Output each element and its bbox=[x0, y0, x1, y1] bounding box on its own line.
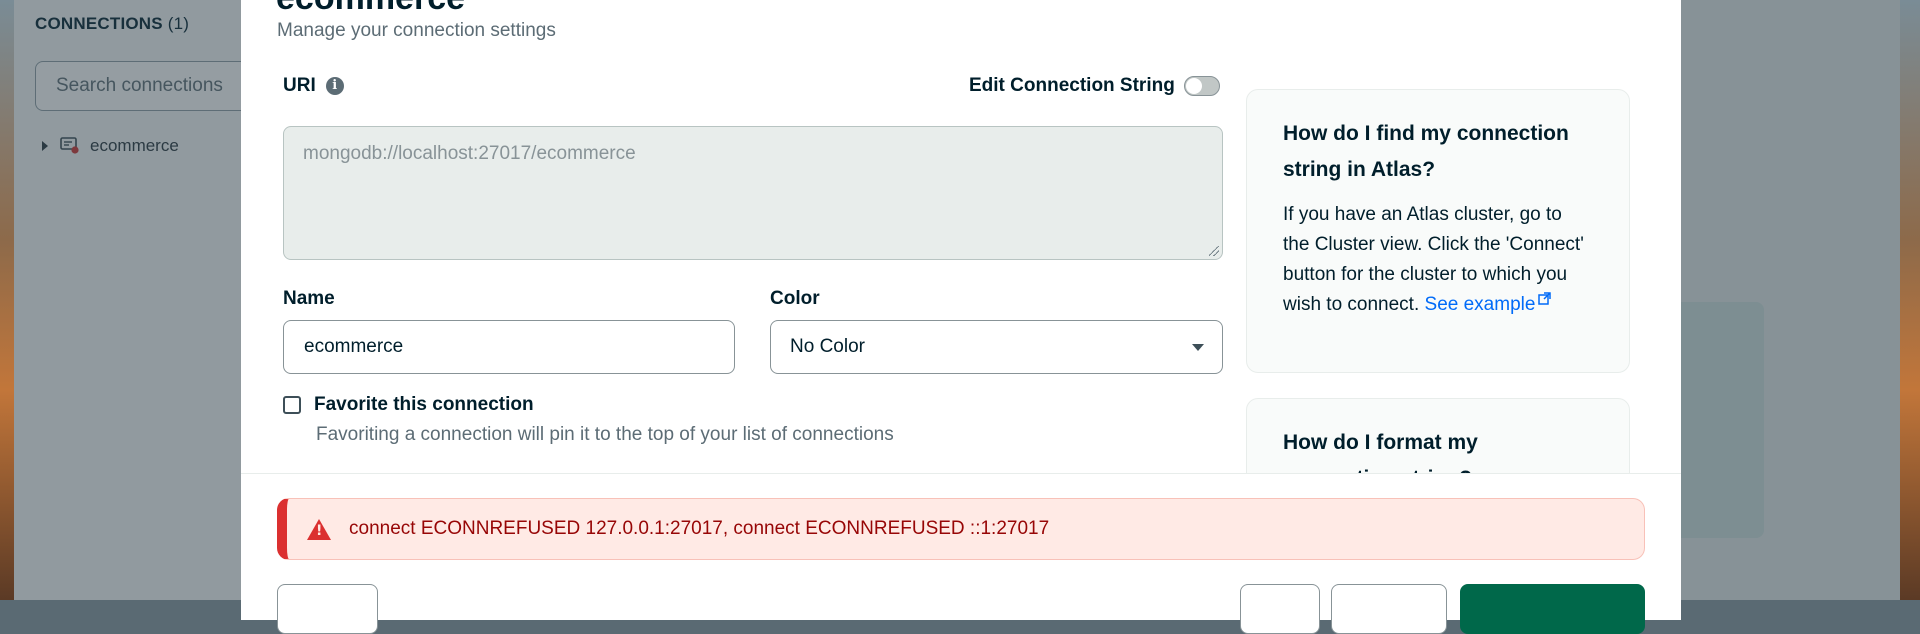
color-select[interactable]: No Color bbox=[770, 320, 1223, 374]
edit-connection-modal: ecommerce Manage your connection setting… bbox=[241, 0, 1681, 634]
color-label: Color bbox=[770, 288, 820, 309]
external-link-icon bbox=[1538, 285, 1552, 315]
toggle-knob bbox=[1185, 78, 1202, 94]
desktop-wallpaper-right bbox=[1900, 0, 1920, 600]
uri-label-text: URI bbox=[283, 75, 316, 96]
name-label: Name bbox=[283, 288, 335, 309]
footer-button[interactable] bbox=[1240, 584, 1320, 634]
error-message: connect ECONNREFUSED 127.0.0.1:27017, co… bbox=[349, 518, 1050, 539]
modal-title: ecommerce bbox=[276, 0, 465, 18]
edit-connection-string-toggle[interactable] bbox=[1183, 76, 1220, 96]
help-title: How do I find my connection string in At… bbox=[1283, 122, 1569, 181]
uri-value: mongodb://localhost:27017/ecommerce bbox=[303, 143, 636, 164]
footer-button-left[interactable] bbox=[277, 584, 378, 634]
edit-connection-string: Edit Connection String bbox=[969, 75, 1220, 97]
favorite-checkbox[interactable] bbox=[283, 396, 301, 414]
name-input[interactable]: ecommerce bbox=[283, 320, 735, 374]
edit-connection-string-label: Edit Connection String bbox=[969, 75, 1175, 96]
help-body: If you have an Atlas cluster, go to the … bbox=[1283, 200, 1593, 320]
modal-subtitle: Manage your connection settings bbox=[277, 20, 556, 41]
uri-textarea[interactable]: mongodb://localhost:27017/ecommerce bbox=[283, 126, 1223, 260]
favorite-description: Favoriting a connection will pin it to t… bbox=[316, 424, 894, 445]
primary-button[interactable] bbox=[1460, 584, 1645, 634]
resize-handle-icon[interactable] bbox=[1209, 246, 1219, 256]
favorite-label: Favorite this connection bbox=[314, 394, 534, 415]
favorite-connection[interactable]: Favorite this connection bbox=[283, 394, 534, 416]
see-example-link[interactable]: See example bbox=[1425, 290, 1552, 320]
help-card-atlas: How do I find my connection string in At… bbox=[1246, 89, 1630, 373]
desktop-wallpaper-left bbox=[0, 0, 14, 600]
error-banner: connect ECONNREFUSED 127.0.0.1:27017, co… bbox=[277, 498, 1645, 560]
info-icon[interactable]: i bbox=[325, 77, 344, 95]
uri-label: URI i bbox=[283, 75, 344, 97]
color-select-value: No Color bbox=[790, 336, 865, 357]
warning-icon bbox=[307, 518, 331, 540]
see-example-label: See example bbox=[1424, 294, 1536, 315]
footer-button[interactable] bbox=[1331, 584, 1447, 634]
caret-down-icon bbox=[1192, 344, 1204, 351]
